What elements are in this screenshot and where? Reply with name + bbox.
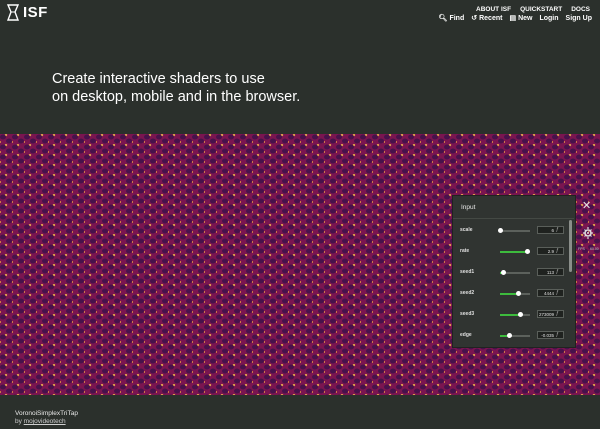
inputs-panel-title: Input	[461, 204, 476, 211]
slider-track[interactable]	[500, 333, 530, 338]
nav-about-isf[interactable]: ABOUT ISF	[476, 6, 511, 13]
input-label: scale	[460, 227, 473, 233]
file-icon: ▤	[509, 15, 517, 22]
slider-handle[interactable]	[516, 291, 521, 296]
slider-track[interactable]	[500, 270, 530, 275]
isf-logo-icon	[6, 4, 20, 21]
value-field[interactable]: 4444	[537, 289, 564, 297]
nav-recent-label: Recent	[479, 14, 503, 22]
value-field[interactable]: 273009	[537, 310, 564, 318]
input-row-seed3: seed3 273009 ƒ	[453, 310, 573, 320]
input-label: seed3	[460, 311, 475, 317]
history-icon: ↺	[471, 15, 478, 22]
input-row-rate: rate 2.9 ƒ	[453, 247, 573, 257]
input-row-seed2: seed2 4444 ƒ	[453, 289, 573, 299]
nav-signup[interactable]: Sign Up	[566, 14, 592, 22]
author-prefix: by	[15, 418, 24, 425]
slider-handle[interactable]	[498, 228, 503, 233]
isf-logo[interactable]: ISF	[6, 4, 48, 21]
slider-track[interactable]	[498, 228, 530, 233]
shader-author-line: by mojovideotech	[15, 418, 66, 425]
hero-line-2: on desktop, mobile and in the browser.	[52, 88, 301, 105]
slider-handle[interactable]	[517, 312, 523, 317]
top-nav: ABOUT ISF QUICKSTART DOCS	[476, 6, 590, 13]
input-row-scale: scale 6 ƒ	[453, 226, 573, 236]
value-field[interactable]: 2.9	[537, 247, 564, 255]
search-icon: 🔍︎	[438, 15, 448, 22]
nav-quickstart[interactable]: QUICKSTART	[520, 6, 562, 13]
value-field[interactable]: 113	[537, 268, 564, 276]
input-label: seed1	[460, 269, 475, 275]
fps-value: 60.00	[590, 247, 599, 251]
close-icon[interactable]: ✕	[582, 201, 591, 212]
expression-icon[interactable]: ƒ	[556, 248, 559, 254]
slider-track[interactable]	[500, 312, 530, 317]
slider-track[interactable]	[500, 249, 530, 254]
expression-icon[interactable]: ƒ	[556, 227, 559, 233]
divider	[453, 218, 574, 219]
expression-icon[interactable]: ƒ	[556, 290, 559, 296]
slider-handle[interactable]	[507, 333, 512, 338]
input-row-edge: edge -0.035 ƒ	[453, 331, 573, 341]
value-field[interactable]: 6	[537, 226, 564, 234]
nav-find-label: Find	[449, 14, 465, 22]
shader-title: VoronoiSimplexTriTap	[15, 410, 78, 417]
nav-find[interactable]: 🔍︎ Find	[438, 14, 465, 23]
input-label: seed2	[460, 290, 475, 296]
nav-recent[interactable]: ↺ Recent	[471, 14, 503, 23]
value-field[interactable]: -0.035	[537, 331, 564, 339]
hero-line-1: Create interactive shaders to use	[52, 71, 265, 87]
slider-track[interactable]	[500, 291, 530, 296]
nav-docs[interactable]: DOCS	[571, 6, 590, 13]
nav-new-label: New	[518, 14, 533, 22]
nav-new[interactable]: ▤ New	[509, 14, 533, 23]
fps-label: FPS	[578, 247, 585, 251]
expression-icon[interactable]: ƒ	[556, 311, 559, 317]
author-link[interactable]: mojovideotech	[24, 418, 66, 425]
app-name: ISF	[23, 4, 48, 21]
slider-handle[interactable]	[501, 270, 506, 275]
panel-scrollbar[interactable]	[569, 220, 572, 272]
slider-handle[interactable]	[525, 249, 530, 254]
expression-icon[interactable]: ƒ	[556, 332, 559, 338]
input-label: edge	[460, 332, 472, 338]
input-row-seed1: seed1 113 ƒ	[453, 268, 573, 278]
expression-icon[interactable]: ƒ	[556, 269, 559, 275]
settings-gear-icon[interactable]	[582, 226, 594, 240]
hero-tagline: Create interactive shaders to use on des…	[52, 71, 300, 106]
main-nav: 🔍︎ Find ↺ Recent ▤ New Login Sign Up	[438, 14, 592, 23]
nav-login[interactable]: Login	[539, 14, 558, 22]
input-label: rate	[460, 248, 470, 254]
inputs-panel: Input scale 6 ƒ rate 2.9 ƒ seed1 113 ƒ s…	[452, 195, 576, 348]
